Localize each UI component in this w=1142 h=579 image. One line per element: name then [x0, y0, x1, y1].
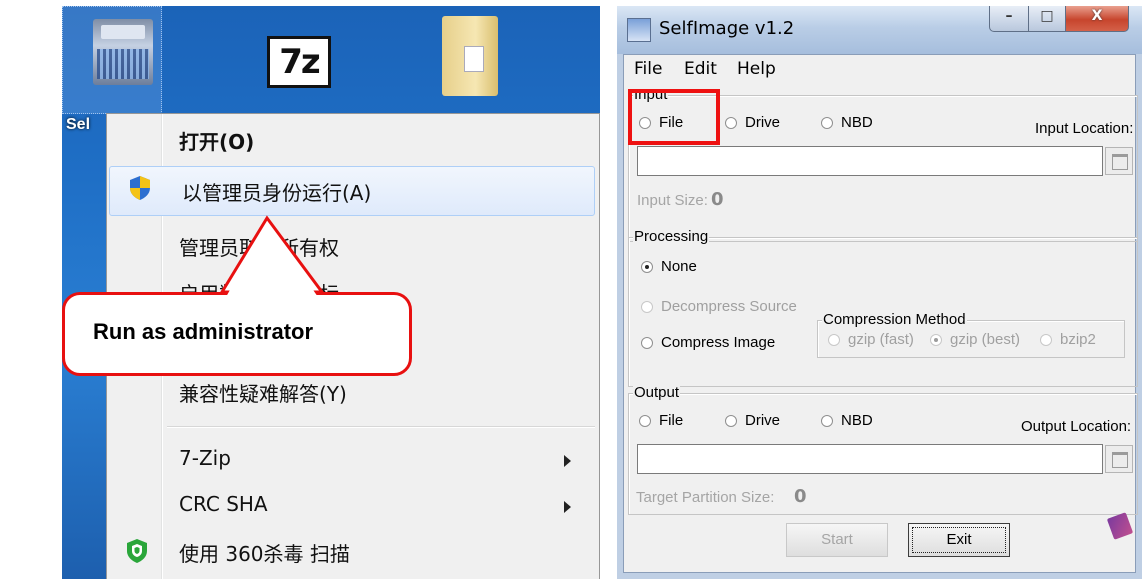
radio-label: Compress Image	[661, 334, 776, 351]
radio-dot	[641, 301, 653, 313]
app-icon	[627, 18, 651, 42]
close-button[interactable]: X	[1065, 6, 1129, 32]
start-button[interactable]: Start	[786, 523, 888, 557]
output-browse-button[interactable]	[1105, 445, 1133, 473]
radio-label: Decompress Source	[661, 298, 797, 315]
processing-group: Processing None Decompress Source Compre…	[628, 228, 1138, 387]
gzip-fast-radio[interactable]: gzip (fast)	[828, 331, 918, 351]
target-partition-size-label: Target Partition Size:	[636, 489, 775, 506]
about-book-icon[interactable]	[1106, 512, 1134, 540]
radio-dot	[641, 261, 653, 273]
desktop-panel: Sel 7z 打开(O) 以管理员身份运行(A) 管理员取得所有权 启用数字签名…	[62, 6, 600, 579]
input-size-value: 0	[711, 189, 724, 210]
menu-file[interactable]: File	[634, 59, 662, 79]
output-group-label: Output	[633, 384, 681, 401]
output-nbd-radio[interactable]: NBD	[821, 412, 901, 432]
radio-dot	[641, 337, 653, 349]
output-drive-radio[interactable]: Drive	[725, 412, 805, 432]
input-location-label: Input Location:	[1035, 120, 1134, 137]
radio-dot	[725, 415, 737, 427]
radio-dot	[821, 117, 833, 129]
minimize-button[interactable]: –	[989, 6, 1029, 32]
processing-group-label: Processing	[633, 228, 710, 245]
radio-label: None	[661, 258, 697, 275]
radio-dot	[828, 334, 840, 346]
radio-label: gzip (best)	[950, 331, 1021, 348]
processing-none-radio[interactable]: None	[641, 258, 761, 278]
output-location-field[interactable]	[637, 444, 1103, 474]
menu-bar: File Edit Help	[624, 55, 1135, 83]
compression-method-label: Compression Method	[822, 311, 967, 328]
input-nbd-radio[interactable]: NBD	[821, 114, 901, 134]
radio-dot	[639, 415, 651, 427]
radio-dot	[930, 334, 942, 346]
title-bar[interactable]: SelfImage v1.2 – □ X	[617, 6, 1142, 54]
callout-pointer-join	[226, 224, 318, 297]
input-browse-button[interactable]	[1105, 147, 1133, 175]
exit-button[interactable]: Exit	[908, 523, 1010, 557]
input-location-field[interactable]	[637, 146, 1103, 176]
close-icon: X	[1091, 8, 1103, 24]
exit-button-label: Exit	[912, 527, 1006, 553]
radio-label: Drive	[745, 114, 781, 131]
radio-dot	[1040, 334, 1052, 346]
folder-open-icon	[1112, 154, 1128, 170]
selfimage-window: SelfImage v1.2 – □ X File Edit Help Inpu…	[617, 6, 1142, 579]
radio-label: Drive	[745, 412, 781, 429]
compression-method-group: Compression Method gzip (fast) gzip (bes…	[817, 311, 1125, 358]
maximize-icon: □	[1040, 8, 1054, 24]
processing-decompress-radio[interactable]: Decompress Source	[641, 298, 821, 318]
menu-help[interactable]: Help	[737, 59, 776, 79]
target-partition-size-value: 0	[794, 486, 807, 507]
radio-label: File	[659, 412, 684, 429]
menu-edit[interactable]: Edit	[684, 59, 717, 79]
radio-dot	[821, 415, 833, 427]
radio-label: bzip2	[1060, 331, 1096, 348]
window-client: File Edit Help Input File Drive NBD Inpu…	[623, 54, 1138, 573]
highlight-input-file	[628, 89, 720, 145]
radio-dot	[725, 117, 737, 129]
input-size-label: Input Size:	[637, 192, 708, 209]
radio-label: gzip (fast)	[848, 331, 914, 348]
maximize-button[interactable]: □	[1028, 6, 1066, 32]
processing-compress-radio[interactable]: Compress Image	[641, 334, 801, 354]
folder-open-icon	[1112, 452, 1128, 468]
output-location-label: Output Location:	[1021, 418, 1132, 435]
input-drive-radio[interactable]: Drive	[725, 114, 805, 134]
gzip-best-radio[interactable]: gzip (best)	[930, 331, 1030, 351]
output-file-radio[interactable]: File	[639, 412, 719, 432]
radio-label: NBD	[841, 412, 873, 429]
radio-label: NBD	[841, 114, 873, 131]
bzip2-radio[interactable]: bzip2	[1040, 331, 1110, 351]
minimize-icon: –	[1005, 8, 1013, 24]
window-title: SelfImage v1.2	[659, 18, 795, 39]
